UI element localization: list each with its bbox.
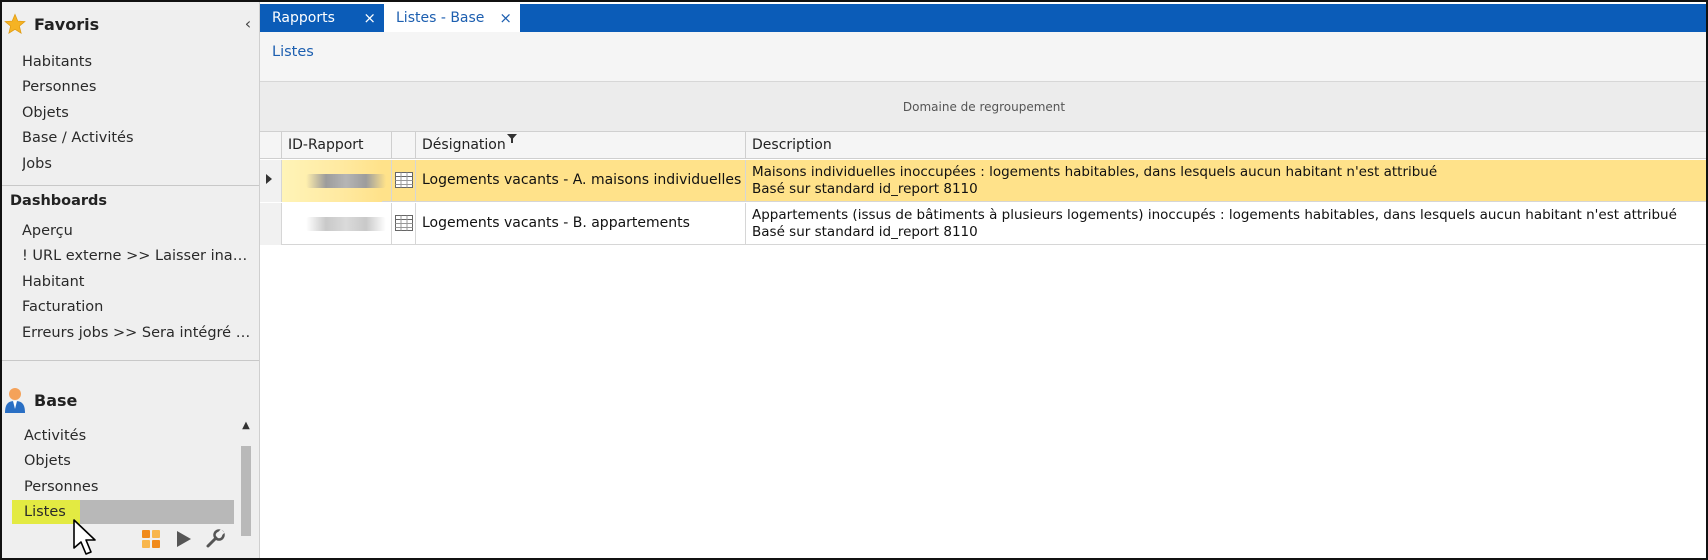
table-row[interactable]: Logements vacants - A. maisons individue… xyxy=(260,160,1706,202)
cell-designation[interactable]: Logements vacants - B. appartements xyxy=(416,203,746,245)
cell-description[interactable]: Maisons individuelles inoccupées : logem… xyxy=(746,160,1706,202)
close-icon[interactable]: × xyxy=(499,9,512,27)
row-indicator[interactable] xyxy=(260,160,282,202)
row-indicator-header xyxy=(260,132,282,159)
description-text: Appartements (issus de bâtiments à plusi… xyxy=(752,207,1677,223)
favorite-item-personnes[interactable]: Personnes xyxy=(22,76,254,98)
column-header-designation[interactable]: Désignation xyxy=(416,132,746,159)
sidebar-divider xyxy=(2,185,259,186)
table-icon xyxy=(395,215,413,231)
current-row-arrow-icon xyxy=(266,174,272,184)
dashboard-item-habitant[interactable]: Habitant xyxy=(22,271,254,293)
dashboard-item-url-externe[interactable]: ! URL externe >> Laisser inactif... xyxy=(22,245,254,267)
tab-rapports[interactable]: Rapports × xyxy=(260,4,384,32)
cell-id-rapport[interactable] xyxy=(282,203,392,245)
tab-label: Listes - Base xyxy=(396,10,485,26)
layout-icon[interactable] xyxy=(140,528,162,550)
favorite-item-base-activites[interactable]: Base / Activités xyxy=(22,127,254,149)
base-item-objets[interactable]: Objets xyxy=(24,450,256,472)
breadcrumb-bar: Listes xyxy=(260,32,1706,82)
person-icon xyxy=(5,388,25,413)
favorites-header[interactable]: Favoris ‹ xyxy=(2,6,259,42)
cell-id-rapport[interactable] xyxy=(282,160,392,202)
redacted-id xyxy=(306,174,386,188)
cell-description[interactable]: Appartements (issus de bâtiments à plusi… xyxy=(746,203,1706,245)
redacted-id xyxy=(306,217,386,231)
dashboards-title: Dashboards xyxy=(10,193,108,209)
cell-type-icon xyxy=(392,203,416,245)
tab-listes-base[interactable]: Listes - Base × xyxy=(384,4,520,32)
designation-text: Logements vacants - A. maisons individue… xyxy=(422,172,742,188)
cell-designation[interactable]: Logements vacants - A. maisons individue… xyxy=(416,160,746,202)
base-item-listes[interactable]: Listes xyxy=(24,501,256,523)
column-header-id-rapport[interactable]: ID-Rapport xyxy=(282,132,392,159)
row-indicator[interactable] xyxy=(260,203,282,245)
favorites-title: Favoris xyxy=(34,14,100,34)
dashboard-item-apercu[interactable]: Aperçu xyxy=(22,220,254,242)
sidebar-divider xyxy=(2,360,259,361)
grouping-drop-area[interactable]: Domaine de regroupement xyxy=(260,82,1706,132)
favorite-item-objets[interactable]: Objets xyxy=(22,102,254,124)
grouping-label: Domaine de regroupement xyxy=(902,99,1066,114)
column-label: Désignation xyxy=(422,137,506,153)
table-row[interactable]: Logements vacants - B. appartements Appa… xyxy=(260,203,1706,245)
column-header-icon[interactable] xyxy=(392,132,416,159)
base-title: Base xyxy=(34,390,78,410)
favorite-item-habitants[interactable]: Habitants xyxy=(22,51,254,73)
designation-text: Logements vacants - B. appartements xyxy=(422,215,690,231)
base-header[interactable]: Base xyxy=(2,382,259,418)
application-window: Favoris ‹ Habitants Personnes Objets Bas… xyxy=(0,0,1708,560)
navigation-sidebar: Favoris ‹ Habitants Personnes Objets Bas… xyxy=(2,2,260,558)
dashboard-item-facturation[interactable]: Facturation xyxy=(22,296,254,318)
play-icon[interactable] xyxy=(172,528,194,550)
filter-icon[interactable] xyxy=(506,134,517,144)
description-text: Basé sur standard id_report 8110 xyxy=(752,224,978,240)
favorite-item-jobs[interactable]: Jobs xyxy=(22,153,254,175)
base-item-activites[interactable]: Activités xyxy=(24,425,256,447)
dashboard-item-erreurs-jobs[interactable]: Erreurs jobs >> Sera intégré da... xyxy=(22,322,254,344)
sidebar-toolbar xyxy=(140,528,226,550)
mouse-cursor-icon xyxy=(73,519,96,555)
cell-type-icon xyxy=(392,160,416,202)
column-header-description[interactable]: Description xyxy=(746,132,1706,159)
table-icon xyxy=(395,172,413,188)
collapse-sidebar-icon[interactable]: ‹ xyxy=(240,14,256,33)
tab-label: Rapports xyxy=(272,10,335,26)
column-label: ID-Rapport xyxy=(288,137,364,153)
breadcrumb[interactable]: Listes xyxy=(272,44,314,60)
description-text: Basé sur standard id_report 8110 xyxy=(752,181,978,197)
close-icon[interactable]: × xyxy=(363,9,376,27)
description-text: Maisons individuelles inoccupées : logem… xyxy=(752,164,1438,180)
base-item-personnes[interactable]: Personnes xyxy=(24,476,256,498)
wrench-icon[interactable] xyxy=(204,528,226,550)
star-icon xyxy=(4,13,26,34)
column-label: Description xyxy=(752,137,832,153)
main-panel: Rapports × Listes - Base × Listes Domain… xyxy=(260,2,1706,558)
